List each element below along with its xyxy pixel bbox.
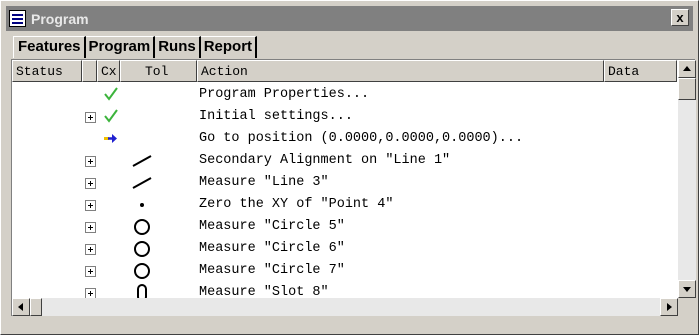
table-row[interactable]: Go to position (0.0000,0.0000,0.0000)... xyxy=(12,128,677,150)
up-arrow-icon xyxy=(683,66,691,71)
point-feature-icon xyxy=(127,194,157,216)
horizontal-scroll-thumb[interactable] xyxy=(30,298,42,316)
expand-plus-icon[interactable] xyxy=(85,244,96,255)
table-row[interactable]: Measure "Circle 5" xyxy=(12,216,677,238)
column-action[interactable]: Action xyxy=(197,60,604,82)
program-rows: Program Properties... Initial settings...… xyxy=(12,84,677,304)
row-action-text: Measure "Circle 7" xyxy=(199,263,345,278)
row-action-text: Zero the XY of "Point 4" xyxy=(199,197,394,212)
table-row[interactable]: Measure "Circle 7" xyxy=(12,260,677,282)
expand-plus-icon[interactable] xyxy=(85,156,96,167)
circle-feature-icon xyxy=(127,216,157,238)
row-action-text: Measure "Circle 6" xyxy=(199,241,345,256)
tab-strip: Features Program Runs Report xyxy=(13,36,258,58)
row-action-text: Initial settings... xyxy=(199,109,353,124)
column-header: Status Cx Tol Action Data xyxy=(12,60,677,82)
expand-plus-icon[interactable] xyxy=(85,112,96,123)
column-status[interactable]: Status xyxy=(12,60,82,82)
row-action-text: Program Properties... xyxy=(199,87,370,102)
down-arrow-icon xyxy=(683,287,691,292)
table-row[interactable]: Zero the XY of "Point 4" xyxy=(12,194,677,216)
row-action-text: Go to position (0.0000,0.0000,0.0000)... xyxy=(199,131,524,146)
line-feature-icon xyxy=(127,150,157,172)
left-arrow-icon xyxy=(18,303,23,311)
vertical-scrollbar[interactable] xyxy=(678,60,696,298)
table-row[interactable]: Measure "Circle 6" xyxy=(12,238,677,260)
scroll-right-button[interactable] xyxy=(660,298,678,316)
table-row[interactable]: Initial settings... xyxy=(12,106,677,128)
column-data[interactable]: Data xyxy=(604,60,677,82)
tab-runs[interactable]: Runs xyxy=(155,36,201,58)
checkmark-icon xyxy=(103,86,119,102)
table-row[interactable]: Secondary Alignment on "Line 1" xyxy=(12,150,677,172)
window-title: Program xyxy=(31,10,89,27)
row-action-text: Measure "Circle 5" xyxy=(199,219,345,234)
size-grip[interactable] xyxy=(678,298,696,316)
close-button[interactable]: x xyxy=(671,9,689,26)
scroll-down-button[interactable] xyxy=(678,280,696,298)
column-cx[interactable]: Cx xyxy=(97,60,120,82)
row-action-text: Secondary Alignment on "Line 1" xyxy=(199,153,451,168)
expand-plus-icon[interactable] xyxy=(85,200,96,211)
vertical-scroll-thumb[interactable] xyxy=(678,78,696,100)
tab-report[interactable]: Report xyxy=(200,36,258,58)
scroll-up-button[interactable] xyxy=(678,60,696,78)
title-bar[interactable]: Program x xyxy=(6,6,693,31)
table-row[interactable]: Measure "Line 3" xyxy=(12,172,677,194)
line-feature-icon xyxy=(127,172,157,194)
column-tol[interactable]: Tol xyxy=(120,60,197,82)
scroll-left-button[interactable] xyxy=(12,298,30,316)
horizontal-scrollbar[interactable] xyxy=(12,298,678,316)
circle-feature-icon xyxy=(127,238,157,260)
checkmark-icon xyxy=(103,108,119,124)
row-action-text: Measure "Line 3" xyxy=(199,175,329,190)
table-row[interactable]: Program Properties... xyxy=(12,84,677,106)
column-blank[interactable] xyxy=(82,60,97,82)
circle-feature-icon xyxy=(127,260,157,282)
expand-plus-icon[interactable] xyxy=(85,178,96,189)
expand-plus-icon[interactable] xyxy=(85,266,96,277)
tab-program[interactable]: Program xyxy=(85,36,156,58)
program-list: Status Cx Tol Action Data Program Proper… xyxy=(11,59,696,316)
right-arrow-icon xyxy=(103,130,119,146)
program-list-icon xyxy=(9,10,26,27)
expand-plus-icon[interactable] xyxy=(85,222,96,233)
tab-features[interactable]: Features xyxy=(13,36,86,58)
right-arrow-icon xyxy=(667,303,672,311)
program-window: Program x Features Program Runs Report S… xyxy=(0,0,699,335)
